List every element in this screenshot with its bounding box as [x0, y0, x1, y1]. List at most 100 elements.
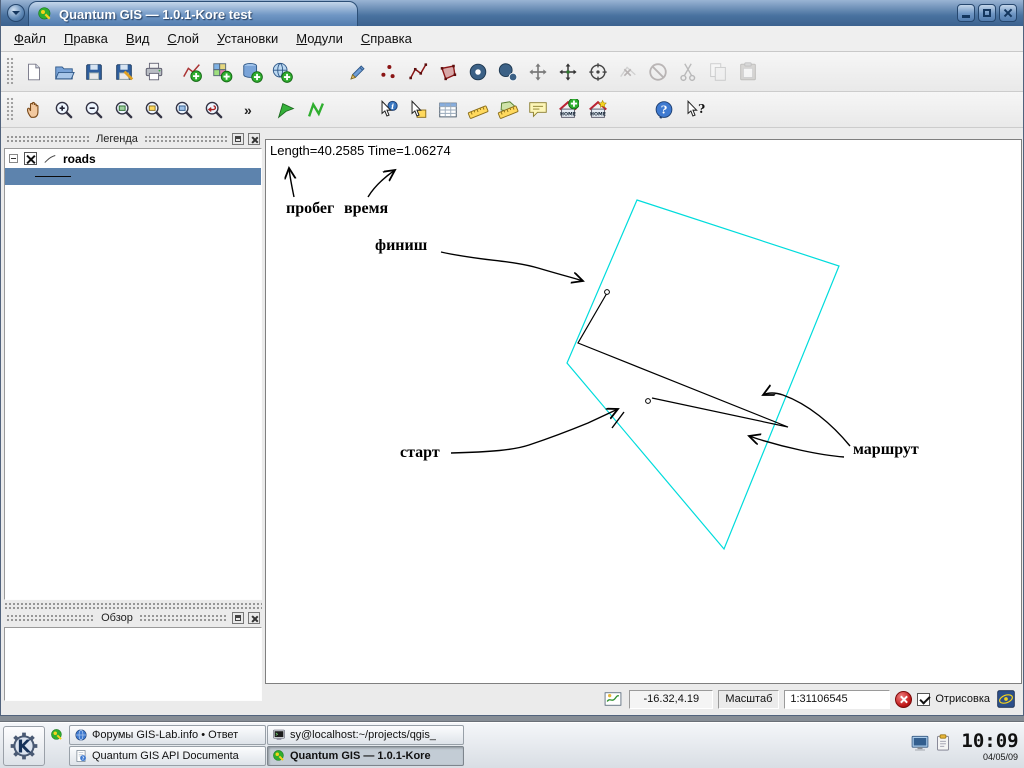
dock-handle[interactable]	[139, 614, 228, 622]
add-raster-layer-button[interactable]	[207, 57, 237, 87]
qgis-launcher-icon[interactable]	[50, 728, 64, 747]
browser-icon	[74, 728, 88, 742]
menu-item-0[interactable]: Файл	[5, 28, 55, 49]
cut-features-button[interactable]	[673, 57, 703, 87]
copy-features-button[interactable]	[703, 57, 733, 87]
save-project-button[interactable]	[79, 57, 109, 87]
add-vector-layer-icon	[181, 61, 203, 83]
map-annotation: маршрут	[853, 441, 919, 459]
measure-line-button[interactable]	[463, 95, 493, 125]
expander-icon[interactable]	[9, 154, 18, 163]
toolbar-handle[interactable]	[6, 97, 14, 122]
dock-handle[interactable]	[144, 135, 228, 143]
menu-item-1[interactable]: Правка	[55, 28, 117, 49]
toggle-editing-button[interactable]	[343, 57, 373, 87]
maximize-button[interactable]	[978, 4, 996, 22]
overview-close-button[interactable]	[248, 612, 260, 624]
legend-float-button[interactable]	[232, 133, 244, 145]
zoom-to-selection-button[interactable]	[139, 95, 169, 125]
save-project-as-button[interactable]	[109, 57, 139, 87]
overview-float-button[interactable]	[232, 612, 244, 624]
identify-features-button[interactable]: i	[373, 95, 403, 125]
map-drawing	[266, 140, 1023, 685]
green-polygon-button[interactable]	[271, 95, 301, 125]
delete-selected-button[interactable]	[643, 57, 673, 87]
toolbar-overflow-button[interactable]: »	[239, 95, 257, 125]
sketch-arrow	[441, 252, 583, 281]
task-terminal[interactable]: sy@localhost:~/projects/qgis_	[267, 725, 464, 745]
dock-splitter[interactable]	[4, 602, 262, 609]
task-qgis[interactable]: Quantum GIS — 1.0.1-Kore	[267, 746, 464, 766]
crs-status-icon[interactable]	[995, 689, 1017, 709]
map-canvas[interactable]: Length=40.2585 Time=1.06274 пробегвремяф…	[265, 139, 1022, 684]
dock-handle[interactable]	[6, 135, 90, 143]
add-island-button[interactable]	[493, 57, 523, 87]
open-project-button[interactable]	[49, 57, 79, 87]
render-checkbox[interactable]	[917, 693, 930, 706]
move-feature-button[interactable]	[523, 57, 553, 87]
legend-tree[interactable]: roads	[4, 148, 262, 600]
attribute-table-button[interactable]	[433, 95, 463, 125]
menu-item-5[interactable]: Модули	[287, 28, 352, 49]
menu-item-4[interactable]: Установки	[208, 28, 287, 49]
vertex-marker	[646, 399, 651, 404]
klipper-tray-icon[interactable]	[933, 733, 953, 758]
help-contents-button[interactable]: ?	[649, 95, 679, 125]
new-bookmark-button[interactable]: HOME	[553, 95, 583, 125]
toolbar-handle[interactable]	[6, 57, 14, 85]
zoom-out-button[interactable]	[79, 95, 109, 125]
close-button[interactable]	[999, 4, 1017, 22]
add-vertex-button[interactable]	[583, 57, 613, 87]
legend-symbol-row-selected[interactable]	[5, 168, 261, 185]
menu-item-6[interactable]: Справка	[352, 28, 421, 49]
add-vector-layer-button[interactable]	[177, 57, 207, 87]
dock-handle[interactable]	[6, 614, 95, 622]
kmenu-button[interactable]: K	[3, 726, 45, 766]
quicklaunch-applet	[48, 726, 66, 766]
zoom-last-button[interactable]	[199, 95, 229, 125]
zoom-in-button[interactable]	[49, 95, 79, 125]
svg-text:HOME: HOME	[590, 111, 606, 117]
green-zigzag-button[interactable]	[301, 95, 331, 125]
zoom-full-button[interactable]	[109, 95, 139, 125]
move-vertex-button[interactable]	[553, 57, 583, 87]
whats-this-button[interactable]: ?	[679, 95, 709, 125]
map-tips-button[interactable]	[523, 95, 553, 125]
select-features-button[interactable]	[403, 95, 433, 125]
toolbar-file-digitizing	[1, 52, 1023, 92]
pan-map-button[interactable]	[19, 95, 49, 125]
scale-input[interactable]: 1:31106545	[784, 690, 890, 709]
clock-time: 10:09	[961, 730, 1019, 752]
window-shade-button[interactable]	[7, 4, 25, 22]
extents-icon[interactable]	[602, 689, 624, 709]
task-assistant[interactable]: ?Quantum GIS API Documenta	[69, 746, 266, 766]
measure-area-button[interactable]	[493, 95, 523, 125]
legend-layer-roads[interactable]: roads	[5, 149, 261, 168]
paste-features-button[interactable]	[733, 57, 763, 87]
menu-item-3[interactable]: Слой	[158, 28, 208, 49]
titlebar[interactable]: Quantum GIS — 1.0.1-Kore test	[1, 0, 1023, 26]
zoom-to-layer-button[interactable]	[169, 95, 199, 125]
task-label: Форумы GIS-Lab.info • Ответ	[92, 729, 238, 741]
new-project-button[interactable]	[19, 57, 49, 87]
clock-applet[interactable]: 10:09 04/05/09	[961, 730, 1019, 762]
delete-vertex-button[interactable]	[613, 57, 643, 87]
overview-title: Обзор	[99, 612, 135, 624]
add-ring-button[interactable]	[463, 57, 493, 87]
menu-item-2[interactable]: Вид	[117, 28, 159, 49]
legend-close-button[interactable]	[248, 133, 260, 145]
add-wms-layer-button[interactable]	[267, 57, 297, 87]
capture-polygon-button[interactable]	[433, 57, 463, 87]
stop-render-button[interactable]	[895, 691, 912, 708]
minimize-button[interactable]	[957, 4, 975, 22]
capture-line-button[interactable]	[403, 57, 433, 87]
show-bookmarks-button[interactable]: HOME	[583, 95, 613, 125]
add-postgis-layer-button[interactable]	[237, 57, 267, 87]
capture-point-button[interactable]	[373, 57, 403, 87]
route-line	[578, 293, 788, 427]
layer-visibility-checkbox[interactable]	[24, 152, 37, 165]
title-tab[interactable]: Quantum GIS — 1.0.1-Kore test	[28, 1, 358, 26]
task-browser[interactable]: Форумы GIS-Lab.info • Ответ	[69, 725, 266, 745]
monitor-tray-icon[interactable]	[910, 733, 930, 758]
print-composer-button[interactable]	[139, 57, 169, 87]
